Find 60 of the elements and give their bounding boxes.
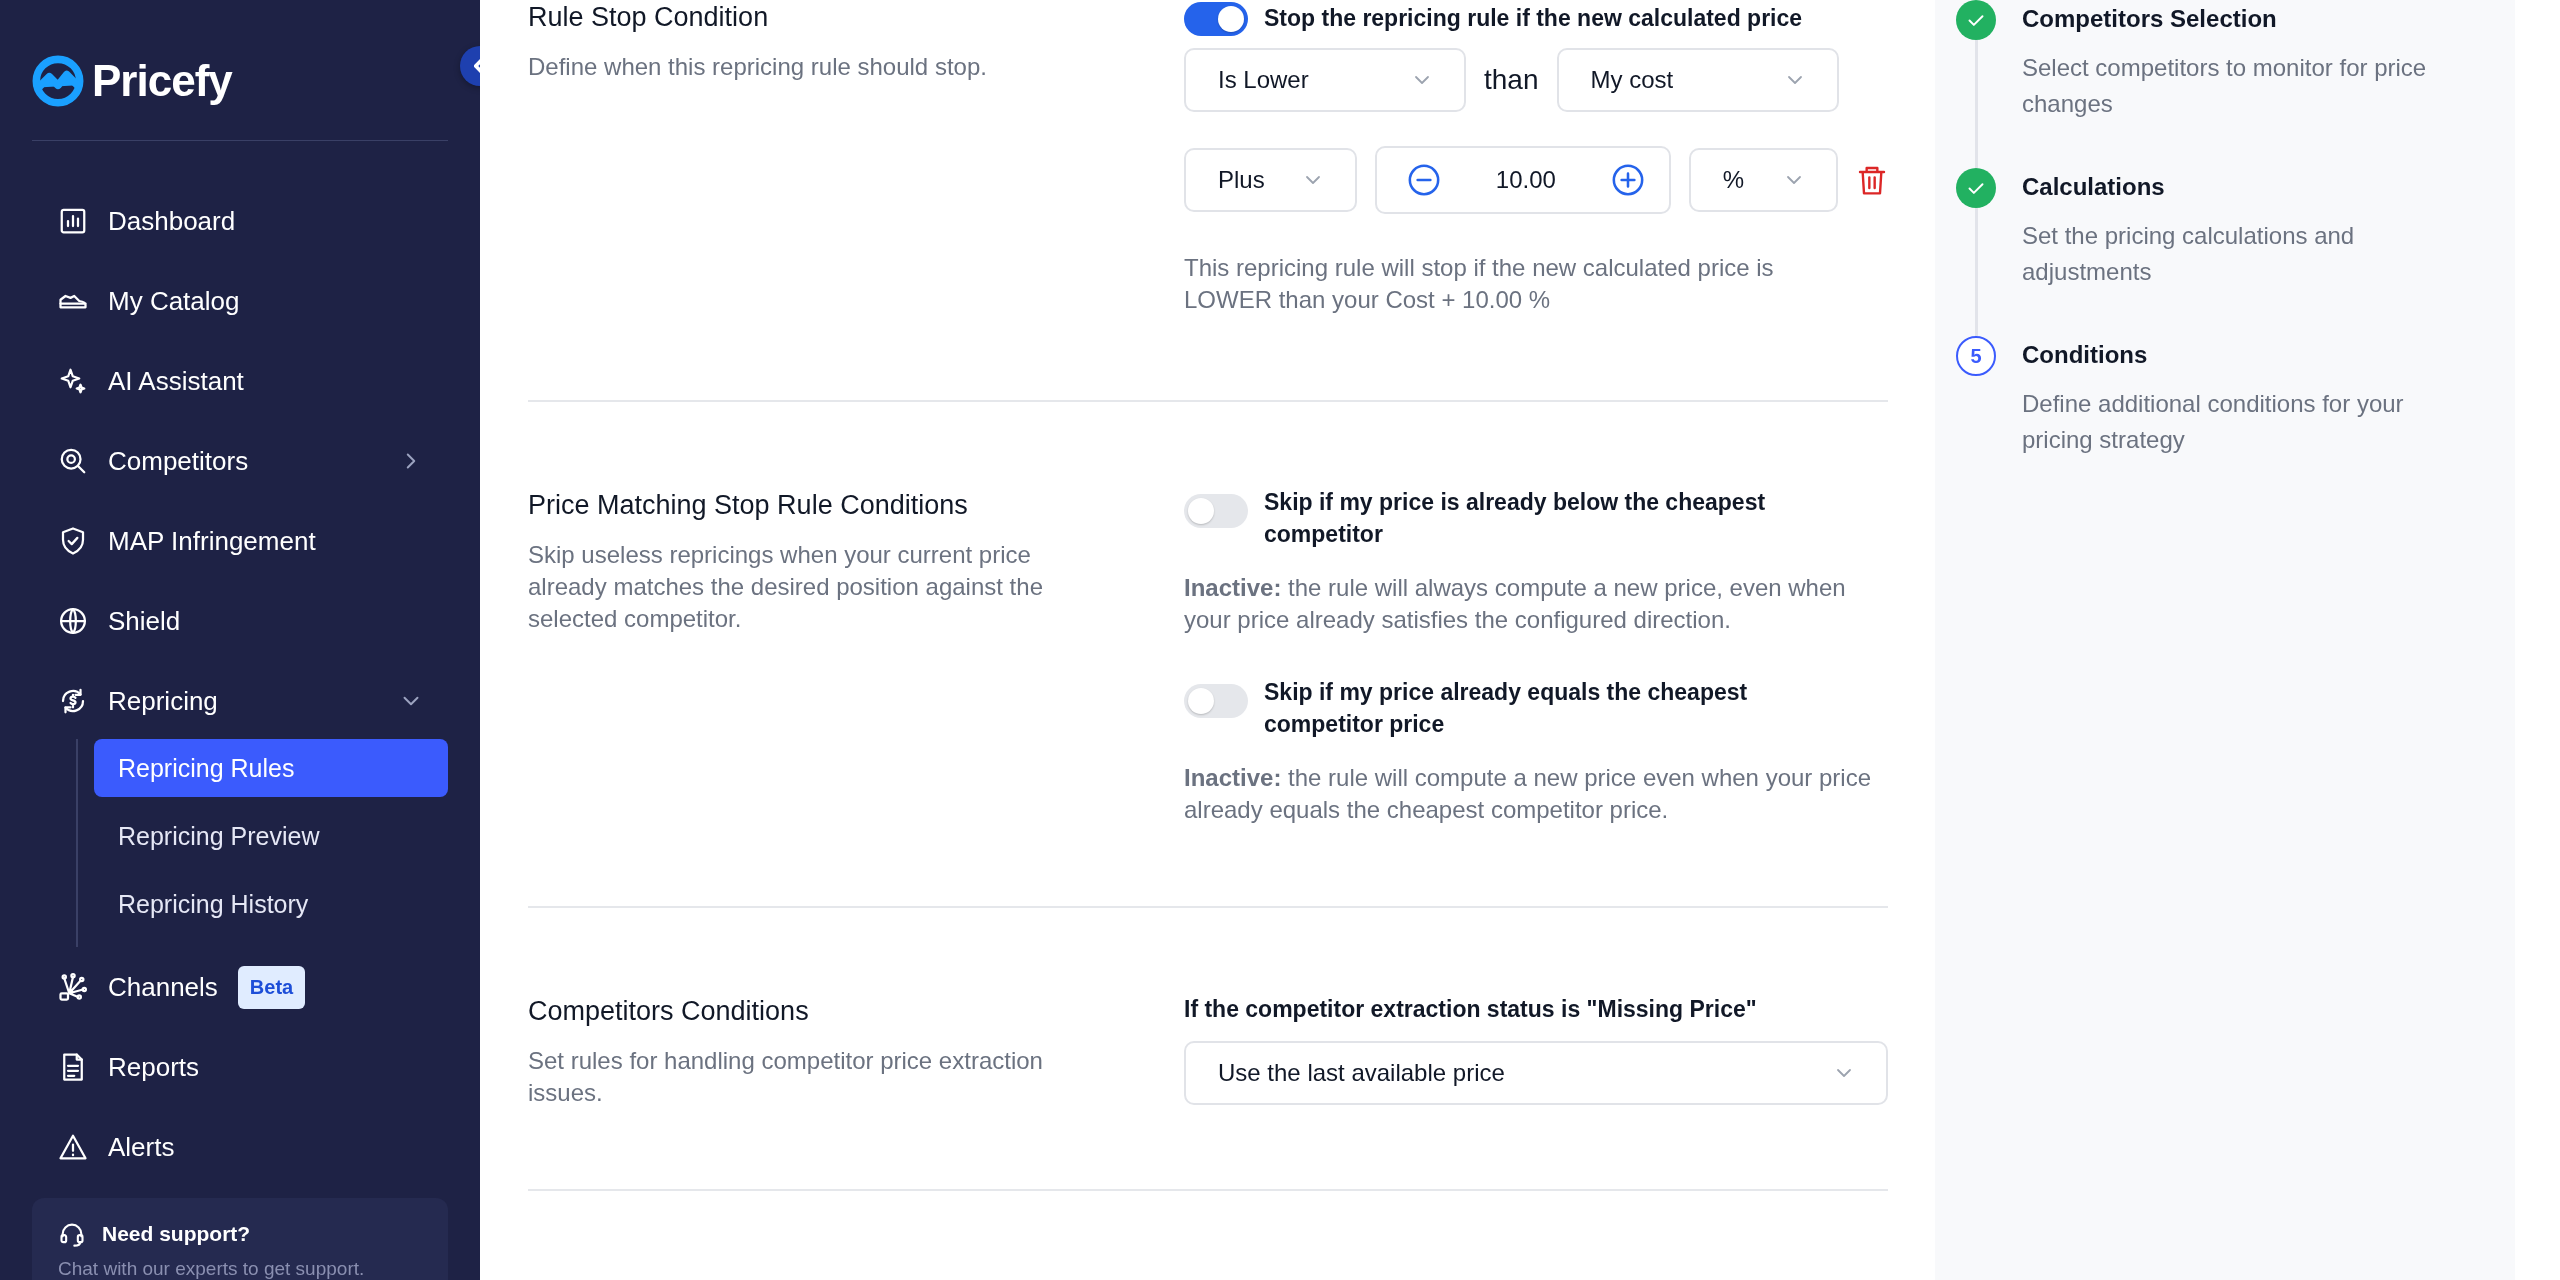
section-title: Price Matching Stop Rule Conditions	[528, 490, 969, 521]
sidebar-item[interactable]: Dashboard	[58, 181, 448, 261]
toggle-label: Skip if my price is already below the cheapest competitor	[1264, 488, 1767, 549]
step-title: Conditions	[2022, 340, 2149, 370]
sidebar-item[interactable]: Repricing	[58, 661, 448, 741]
adjustment-dropdown[interactable]: Plus	[1184, 148, 1357, 212]
increment-button[interactable]	[1610, 163, 1645, 197]
section-title: Competitors Conditions	[528, 996, 810, 1027]
toggle-label: Stop the repricing rule if the new calculated price	[1264, 4, 1803, 33]
trash-icon	[1856, 164, 1888, 196]
delete-button[interactable]	[1856, 164, 1888, 196]
toggle-label: Skip if my price already equals the cheapest competitor price	[1264, 678, 1749, 739]
support-title: Need support?	[102, 1222, 251, 1246]
network-icon	[58, 972, 88, 1002]
operator-dropdown[interactable]: Is Lower	[1184, 48, 1466, 112]
sidebar-item[interactable]: Alerts	[58, 1107, 448, 1187]
step-description: Select competitors to monitor for price changes	[2022, 53, 2428, 119]
toggle-switch[interactable]	[1184, 684, 1248, 718]
step-number: 5	[1956, 336, 1996, 376]
step-description: Define additional conditions for your pricing strategy	[2022, 389, 2405, 455]
step-title: Calculations	[2022, 172, 2166, 202]
step-description: Set the pricing calculations and adjustments	[2022, 221, 2356, 287]
toggle-note: Inactive: the rule will compute a new price even when your price already equals the cheapest competitor price.	[1184, 763, 1872, 825]
sidebar-item[interactable]: MAP Infringement	[58, 501, 448, 581]
sidebar-subitem[interactable]: Repricing Preview	[94, 807, 448, 865]
brand-name: Pricefy	[92, 56, 232, 106]
connector-text: than	[1484, 64, 1539, 96]
section-title: Rule Stop Condition	[528, 2, 770, 33]
sidebar-item[interactable]: My Catalog	[58, 261, 448, 341]
search-icon	[58, 446, 88, 476]
toggle-switch[interactable]	[1184, 2, 1248, 36]
section-description: Skip useless repricings when your current price already matches the desired position against the selected competitor.	[528, 540, 1044, 634]
sidebar-subitem[interactable]: Repricing Rules	[94, 739, 448, 797]
sidebar-item[interactable]: AI Assistant	[58, 341, 448, 421]
plus-circle-icon	[1610, 163, 1645, 197]
number-stepper[interactable]: 10.00	[1375, 146, 1671, 214]
sidebar-item[interactable]: Channels Beta	[58, 947, 448, 1027]
minus-circle-icon	[1407, 163, 1441, 197]
sidebar-subitem[interactable]: Repricing History	[94, 875, 448, 933]
decrement-button[interactable]	[1407, 163, 1441, 197]
step-title: Competitors Selection	[2022, 4, 2278, 34]
sidebar-item[interactable]: Shield	[58, 581, 448, 661]
reference-dropdown[interactable]: My cost	[1556, 48, 1839, 112]
toggle-switch[interactable]	[1184, 494, 1248, 528]
sidebar-item[interactable]: Reports	[58, 1027, 448, 1107]
unit-dropdown[interactable]: %	[1688, 148, 1838, 212]
globe-icon	[58, 606, 88, 636]
section-description: Define when this repricing rule should stop.	[528, 52, 988, 82]
support-text: Chat with our experts to get support.	[58, 1258, 366, 1280]
beta-badge: Beta	[237, 965, 306, 1009]
status-dropdown[interactable]: Use the last available price	[1184, 1041, 1888, 1105]
toggle-note: Inactive: the rule will always compute a new price, even when your price already satisfies the configured direction.	[1184, 573, 1847, 635]
bar-chart-icon	[58, 206, 88, 236]
sidebar-item[interactable]: Competitors	[58, 421, 448, 501]
summary-text: This repricing rule will stop if the new calculated price is LOWER than your Cost + 10.00 %	[1184, 253, 1775, 315]
logo-icon	[32, 55, 84, 107]
warning-icon	[58, 1132, 88, 1162]
section-description: Set rules for handling competitor price extraction issues.	[528, 1046, 1044, 1108]
sparkle-icon	[58, 366, 88, 396]
field-label: If the competitor extraction status is "Missing Price"	[1184, 996, 1758, 1023]
